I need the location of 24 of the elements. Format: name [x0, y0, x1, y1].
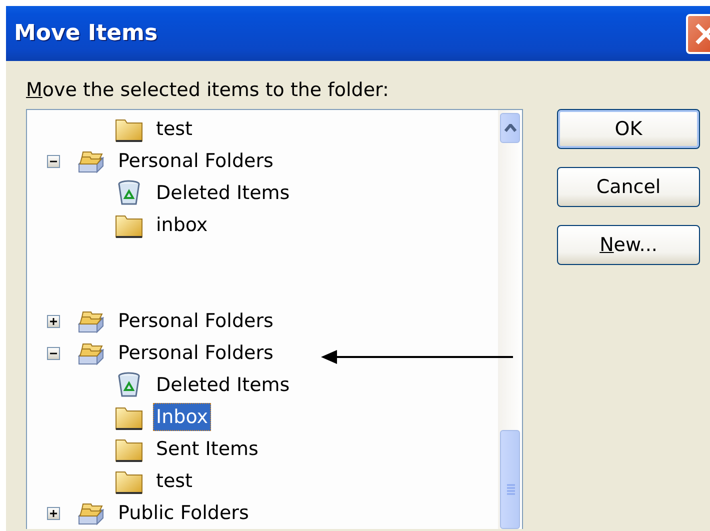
scrollbar[interactable]: [498, 110, 522, 529]
folder-item[interactable]: Public Folders: [115, 499, 252, 527]
folder-item[interactable]: Sent Items: [153, 435, 262, 463]
scroll-thumb[interactable]: [500, 430, 520, 529]
window-title: Move Items: [14, 20, 158, 48]
folder-item[interactable]: Personal Folders: [115, 147, 276, 175]
chevron-up-icon: [504, 124, 516, 133]
folder-item[interactable]: Deleted Items: [153, 179, 293, 207]
collapse-icon[interactable]: [47, 346, 60, 360]
dialog-button[interactable]: New...: [557, 225, 700, 265]
prompt-label: Move the selected items to the folder:: [26, 78, 390, 103]
folder-item[interactable]: test: [153, 467, 196, 495]
folder-item[interactable]: Personal Folders: [115, 307, 276, 335]
folder-item[interactable]: test: [153, 115, 196, 143]
collapse-icon[interactable]: [47, 154, 60, 168]
folder-item[interactable]: inbox: [153, 211, 211, 239]
folder-item[interactable]: Inbox: [153, 403, 211, 431]
dialog-button[interactable]: Cancel: [557, 167, 700, 207]
folder-item[interactable]: Deleted Items: [153, 371, 293, 399]
expand-icon[interactable]: [47, 506, 60, 520]
expand-icon[interactable]: [47, 314, 60, 328]
scroll-up-button[interactable]: [500, 113, 520, 143]
dialog-button[interactable]: OK: [557, 109, 700, 149]
folder-item[interactable]: Personal Folders: [115, 339, 276, 367]
